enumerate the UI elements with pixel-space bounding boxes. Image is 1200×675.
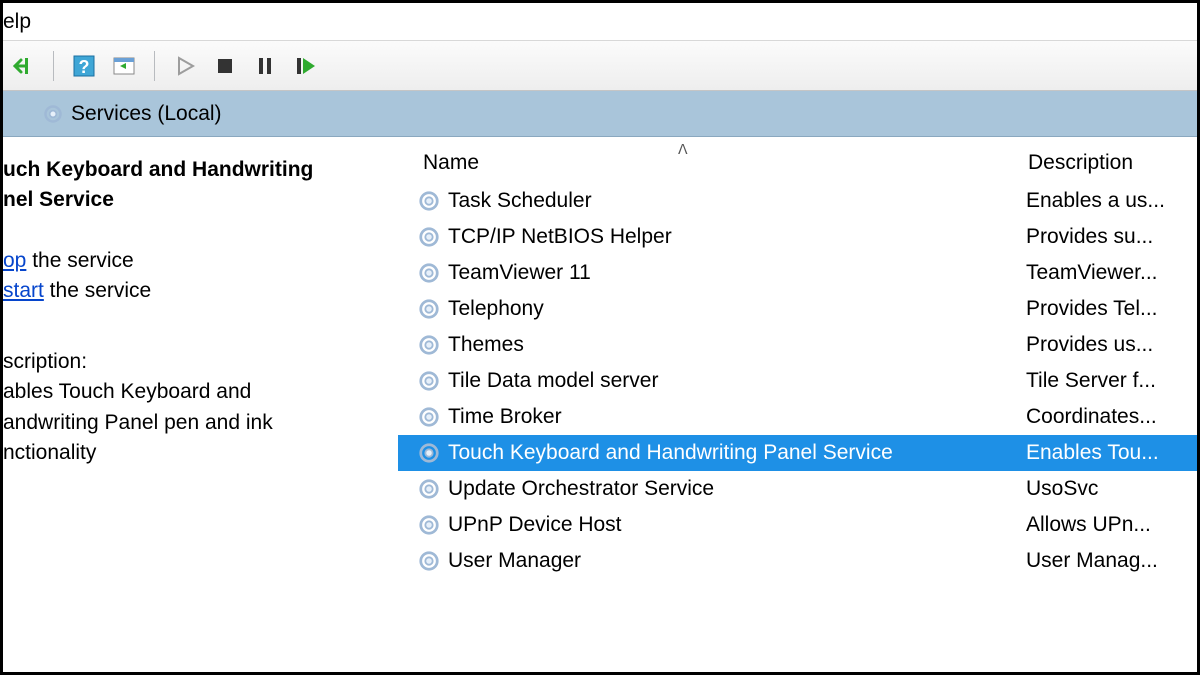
service-gear-icon <box>418 262 440 284</box>
services-window: elp ? Services (Local) <box>0 0 1200 675</box>
service-name: Telephony <box>446 297 1006 321</box>
service-description: Provides su... <box>1006 225 1153 249</box>
help-icon[interactable]: ? <box>70 52 98 80</box>
svg-text:?: ? <box>79 57 90 77</box>
service-description: Allows UPn... <box>1006 513 1151 537</box>
service-description: UsoSvc <box>1006 477 1098 501</box>
service-row[interactable]: ThemesProvides us... <box>398 327 1197 363</box>
header-title: Services (Local) <box>71 102 222 126</box>
service-description: User Manag... <box>1006 549 1158 573</box>
service-name: Task Scheduler <box>446 189 1006 213</box>
services-list-pane: ᐱ Name Description Task SchedulerEnables… <box>398 137 1197 672</box>
service-gear-icon <box>418 334 440 356</box>
column-header-name[interactable]: ᐱ Name <box>398 151 998 175</box>
services-gear-icon <box>43 104 63 124</box>
service-gear-icon <box>418 478 440 500</box>
properties-icon[interactable] <box>110 52 138 80</box>
service-actions: op the service start the service <box>3 246 380 307</box>
service-name: TeamViewer 11 <box>446 261 1006 285</box>
service-name: Time Broker <box>446 405 1006 429</box>
service-name: TCP/IP NetBIOS Helper <box>446 225 1006 249</box>
service-description: Tile Server f... <box>1006 369 1156 393</box>
details-pane: uch Keyboard and Handwriting nel Service… <box>3 137 398 672</box>
service-row[interactable]: User ManagerUser Manag... <box>398 543 1197 579</box>
service-gear-icon <box>418 406 440 428</box>
stop-service-suffix: the service <box>26 249 133 272</box>
service-row[interactable]: Update Orchestrator ServiceUsoSvc <box>398 471 1197 507</box>
service-row[interactable]: Time BrokerCoordinates... <box>398 399 1197 435</box>
toolbar-separator <box>154 51 155 81</box>
service-description: Coordinates... <box>1006 405 1157 429</box>
service-name: Themes <box>446 333 1006 357</box>
start-service-icon[interactable] <box>171 52 199 80</box>
service-gear-icon <box>418 442 440 464</box>
header-band: Services (Local) <box>3 91 1197 137</box>
service-row[interactable]: UPnP Device HostAllows UPn... <box>398 507 1197 543</box>
service-gear-icon <box>418 370 440 392</box>
service-description: Provides Tel... <box>1006 297 1158 321</box>
service-description: Enables Tou... <box>1006 441 1159 465</box>
service-gear-icon <box>418 298 440 320</box>
service-name: Touch Keyboard and Handwriting Panel Ser… <box>446 441 1006 465</box>
selected-service-title: uch Keyboard and Handwriting nel Service <box>3 155 380 216</box>
services-list: Task SchedulerEnables a us...TCP/IP NetB… <box>398 183 1197 579</box>
menu-bar: elp <box>3 3 1197 41</box>
service-name: User Manager <box>446 549 1006 573</box>
service-row[interactable]: TeamViewer 11TeamViewer... <box>398 255 1197 291</box>
description-label: scription: <box>3 347 380 377</box>
service-description: Provides us... <box>1006 333 1153 357</box>
stop-service-icon[interactable] <box>211 52 239 80</box>
service-gear-icon <box>418 514 440 536</box>
column-header-description[interactable]: Description <box>998 151 1133 175</box>
service-row[interactable]: Task SchedulerEnables a us... <box>398 183 1197 219</box>
restart-service-suffix: the service <box>44 279 151 302</box>
sort-ascending-icon: ᐱ <box>678 141 688 158</box>
content-area: uch Keyboard and Handwriting nel Service… <box>3 137 1197 672</box>
toolbar-separator <box>53 51 54 81</box>
service-name: Update Orchestrator Service <box>446 477 1006 501</box>
restart-service-link[interactable]: start <box>3 279 44 302</box>
column-headers: ᐱ Name Description <box>398 137 1197 177</box>
export-icon[interactable] <box>9 52 37 80</box>
service-description: Enables a us... <box>1006 189 1165 213</box>
service-gear-icon <box>418 226 440 248</box>
service-row[interactable]: TelephonyProvides Tel... <box>398 291 1197 327</box>
service-name: UPnP Device Host <box>446 513 1006 537</box>
restart-service-icon[interactable] <box>291 52 319 80</box>
service-gear-icon <box>418 550 440 572</box>
menu-help[interactable]: elp <box>3 6 41 38</box>
pause-service-icon[interactable] <box>251 52 279 80</box>
toolbar: ? <box>3 41 1197 91</box>
stop-service-link[interactable]: op <box>3 249 26 272</box>
service-name: Tile Data model server <box>446 369 1006 393</box>
service-gear-icon <box>418 190 440 212</box>
service-row[interactable]: Touch Keyboard and Handwriting Panel Ser… <box>398 435 1197 471</box>
service-row[interactable]: TCP/IP NetBIOS HelperProvides su... <box>398 219 1197 255</box>
description-text: ables Touch Keyboard and andwriting Pane… <box>3 377 380 468</box>
service-row[interactable]: Tile Data model serverTile Server f... <box>398 363 1197 399</box>
service-description: TeamViewer... <box>1006 261 1158 285</box>
